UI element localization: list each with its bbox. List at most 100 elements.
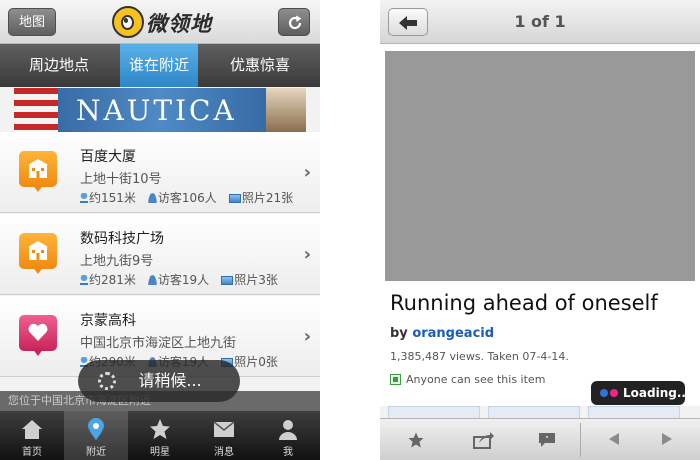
photo-byline: by orangeacid xyxy=(390,326,494,341)
distance-icon xyxy=(80,275,88,285)
tab-me[interactable]: 我 xyxy=(256,411,320,460)
tab-stars[interactable]: 明星 xyxy=(128,411,192,460)
photo-counter: 1 of 1 xyxy=(514,12,566,31)
place-name: 百度大厦 xyxy=(80,149,136,165)
tab-who-is-nearby[interactable]: 谁在附近 xyxy=(120,44,198,87)
public-icon xyxy=(390,374,401,385)
back-button[interactable] xyxy=(388,8,428,36)
next-button[interactable] xyxy=(638,419,698,460)
bottom-toolbar: " xyxy=(380,418,700,460)
prev-arrow-icon xyxy=(609,433,619,445)
mail-icon xyxy=(213,421,235,437)
photo-image[interactable] xyxy=(385,51,695,281)
action-tab[interactable] xyxy=(588,406,680,418)
place-visitors: 访客19人 xyxy=(157,273,210,287)
visitor-icon xyxy=(147,193,157,203)
place-address: 上地十街10号 xyxy=(80,172,162,187)
chevron-right-icon: › xyxy=(303,326,311,347)
photo-icon xyxy=(221,276,234,285)
privacy-note: Anyone can see this item xyxy=(390,373,545,386)
toolbar-divider xyxy=(580,423,581,457)
flickr-pink-dot-icon xyxy=(610,389,618,397)
photo-stats: 1,385,487 views. Taken 07-4-14. xyxy=(390,350,569,363)
place-photos: 照片3张 xyxy=(234,273,278,287)
star-icon xyxy=(408,432,424,448)
place-address: 上地九街9号 xyxy=(80,254,154,269)
comment-button[interactable]: " xyxy=(516,419,576,460)
share-button[interactable] xyxy=(452,419,512,460)
loading-label: Loading... xyxy=(623,386,691,400)
segment-tabs: 周边地点 谁在附近 优惠惊喜 xyxy=(0,44,320,87)
place-photos: 照片0张 xyxy=(234,355,278,369)
banner-people-image xyxy=(266,88,306,132)
location-pin-icon xyxy=(88,418,104,440)
building-icon xyxy=(19,151,57,193)
place-name: 京蒙高科 xyxy=(80,313,136,329)
star-icon xyxy=(150,419,170,439)
visitor-icon xyxy=(147,275,157,285)
refresh-icon xyxy=(288,15,302,30)
right-app-screen: 1 of 1 Running ahead of oneself by orang… xyxy=(380,0,700,460)
building-icon xyxy=(19,233,57,275)
tab-home-label: 首页 xyxy=(22,447,42,458)
place-visitors: 访客106人 xyxy=(157,191,217,205)
by-label: by xyxy=(390,326,408,341)
place-meta: 约151米 访客106人 照片21张 xyxy=(80,189,293,206)
list-item[interactable]: 数码科技广场 上地九街9号 约281米 访客19人 照片3张 › xyxy=(0,214,320,295)
place-photos: 照片21张 xyxy=(241,191,294,205)
left-app-screen: 地图 微领地 周边地点 谁在附近 优惠惊喜 NAUTICA 百度大厦 上地十街1… xyxy=(0,0,320,460)
share-icon xyxy=(473,432,494,449)
photo-icon xyxy=(228,194,241,203)
privacy-text: Anyone can see this item xyxy=(406,373,546,386)
app-logo: 微领地 xyxy=(112,5,216,39)
tab-nearby-label: 附近 xyxy=(86,447,106,458)
heart-icon xyxy=(19,315,57,357)
tab-nearby-places[interactable]: 周边地点 xyxy=(0,44,118,87)
photo-header: 1 of 1 xyxy=(380,0,700,44)
tab-deals[interactable]: 优惠惊喜 xyxy=(200,44,320,87)
banner-flag-image xyxy=(14,88,58,132)
screenshot-canvas: 地图 微领地 周边地点 谁在附近 优惠惊喜 NAUTICA 百度大厦 上地十街1… xyxy=(0,0,700,460)
app-header: 地图 微领地 xyxy=(0,0,320,44)
tab-messages[interactable]: 消息 xyxy=(192,411,256,460)
spinner-icon xyxy=(98,372,116,390)
chevron-right-icon: › xyxy=(303,162,311,183)
list-item[interactable]: 百度大厦 上地十街10号 约151米 访客106人 照片21张 › xyxy=(0,132,320,213)
svg-text:": " xyxy=(545,435,548,443)
chevron-right-icon: › xyxy=(303,244,311,265)
back-arrow-icon xyxy=(399,16,417,30)
person-icon xyxy=(279,420,297,440)
place-distance: 约281米 xyxy=(89,273,136,287)
ad-banner[interactable]: NAUTICA xyxy=(14,88,306,132)
place-meta: 约281米 访客19人 照片3张 xyxy=(80,271,278,288)
loading-text: 请稍候... xyxy=(138,371,202,390)
tab-nearby[interactable]: 附近 xyxy=(64,411,128,460)
refresh-button[interactable] xyxy=(278,8,310,36)
previous-button[interactable] xyxy=(585,419,645,460)
place-distance: 约151米 xyxy=(89,191,136,205)
logo-text: 微领地 xyxy=(146,12,212,36)
bottom-tab-bar: 首页 附近 明星 消息 我 xyxy=(0,411,320,460)
distance-icon xyxy=(80,193,88,203)
logo-face-icon xyxy=(112,6,144,38)
action-tab[interactable] xyxy=(388,406,480,418)
next-arrow-icon xyxy=(662,433,672,445)
map-button[interactable]: 地图 xyxy=(8,8,56,36)
loading-indicator: Loading... xyxy=(591,381,691,405)
author-link[interactable]: orangeacid xyxy=(412,326,494,341)
tab-stars-label: 明星 xyxy=(150,447,170,458)
tab-messages-label: 消息 xyxy=(214,447,234,458)
favorite-button[interactable] xyxy=(386,419,446,460)
banner-brand: NAUTICA xyxy=(76,94,237,127)
comment-icon: " xyxy=(539,433,555,447)
tab-home[interactable]: 首页 xyxy=(0,411,64,460)
photo-title: Running ahead of oneself xyxy=(390,291,658,315)
loading-toast: 请稍候... xyxy=(78,360,240,402)
flickr-blue-dot-icon xyxy=(600,389,608,397)
action-tab[interactable] xyxy=(488,406,580,418)
action-tabs-strip xyxy=(380,406,700,418)
tab-me-label: 我 xyxy=(283,447,293,458)
place-name: 数码科技广场 xyxy=(80,231,164,247)
home-icon xyxy=(22,420,42,439)
place-address: 中国北京市海淀区上地九街 xyxy=(80,336,237,351)
